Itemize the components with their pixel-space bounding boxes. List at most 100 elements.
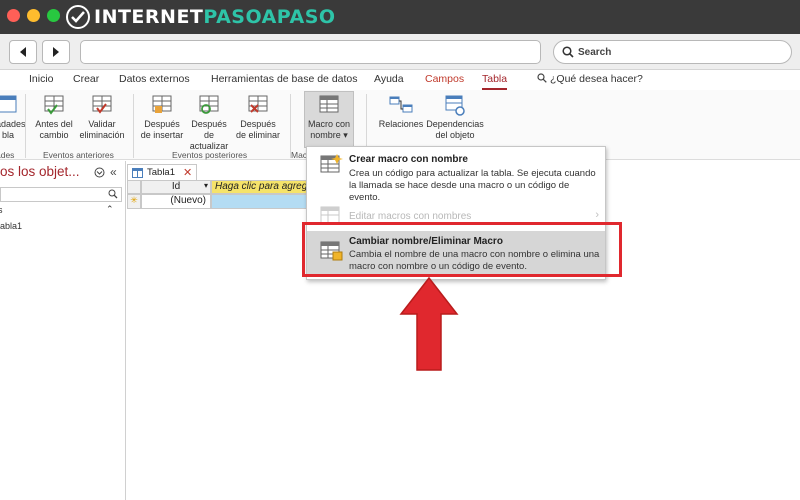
search-placeholder: Search [578, 46, 612, 58]
menu-item-description: Crea un código para actualizar la tabla.… [349, 168, 596, 203]
relaciones-button[interactable]: Relaciones [376, 94, 426, 130]
collapse-pane-icon[interactable]: « [110, 165, 117, 179]
chevron-down-icon: ▾ [343, 130, 348, 140]
logo-main-text: INTERNET [94, 6, 204, 28]
nav-section-label[interactable]: s [0, 205, 3, 215]
relationships-icon [389, 94, 413, 116]
macro-label-2: nombre [310, 130, 341, 140]
browser-search-input[interactable]: Search [553, 40, 792, 64]
section-collapse-icon[interactable]: ⌃ [106, 204, 114, 215]
tab-campos[interactable]: Campos [425, 73, 464, 85]
actualizar-label-1: Después de [191, 119, 227, 140]
tell-me-search[interactable]: ¿Qué desea hacer? [537, 73, 643, 85]
object-dependencies-icon [443, 94, 467, 116]
nav-search-input[interactable] [0, 187, 122, 202]
table-properties-icon [0, 94, 20, 116]
dependencias-label-1: Dependencias [426, 119, 484, 129]
tab-datos-externos[interactable]: Datos externos [119, 73, 190, 85]
close-tab-icon[interactable]: ✕ [183, 166, 192, 179]
back-arrow-icon [20, 47, 26, 57]
tab-inicio[interactable]: Inicio [29, 73, 54, 85]
tell-me-label: ¿Qué desea hacer? [550, 73, 643, 85]
insertar-label-2: de insertar [140, 130, 184, 140]
new-record-cell[interactable] [211, 194, 307, 209]
doc-tab-label: Tabla1 [147, 167, 175, 178]
dependencias-button[interactable]: Dependencias del objeto [425, 94, 485, 141]
annotation-arrow-up-icon [399, 276, 459, 371]
named-macro-icon [317, 94, 341, 116]
add-column-label: Haga clic para agreg [215, 181, 307, 192]
tab-ayuda[interactable]: Ayuda [374, 73, 404, 85]
nav-pane-dropdown-icon[interactable] [94, 167, 105, 181]
minimize-window-button[interactable] [27, 9, 40, 22]
clipped-ribbon-button[interactable]: ladades bla [0, 94, 26, 141]
group-eventos-anteriores: Eventos anteriores [43, 150, 114, 160]
tell-me-search-icon [537, 73, 547, 83]
validar-eliminacion-button[interactable]: Validar eliminación [78, 94, 126, 141]
column-header-id[interactable]: Id ▾ [141, 180, 211, 194]
tab-herramientas[interactable]: Herramientas de base de datos [211, 73, 358, 85]
nav-item-tabla1[interactable]: abla1 [0, 221, 22, 231]
forward-button[interactable] [42, 40, 70, 64]
ribbon-tabs: vo Inicio Crear Datos externos Herramien… [0, 70, 800, 90]
antes-label-1: Antes del [35, 119, 73, 129]
col-id-label: Id [171, 181, 181, 192]
new-record-marker[interactable]: ✳ [127, 194, 141, 209]
menu-item-title: Crear macro con nombre [349, 154, 468, 165]
tab-tabla[interactable]: Tabla [482, 73, 508, 90]
despues-eliminar-button[interactable]: Después de eliminar [234, 94, 282, 141]
new-record-value: (Nuevo) [170, 195, 206, 206]
divider [290, 94, 291, 158]
macro-label-1: Macro con [307, 119, 351, 129]
table-icon [132, 167, 143, 178]
group-macros-clipped: Mac [291, 150, 308, 160]
macro-con-nombre-button[interactable]: Macro con nombre ▾ [304, 94, 354, 141]
divider [25, 94, 26, 158]
clipped-label-2: bla [1, 130, 14, 140]
after-update-icon [197, 94, 221, 116]
row-selector-header[interactable] [127, 180, 141, 194]
after-insert-icon [150, 94, 174, 116]
validar-label-1: Validar [88, 119, 116, 129]
close-window-button[interactable] [7, 9, 20, 22]
new-record-id-cell[interactable]: (Nuevo) [141, 194, 211, 209]
add-column-header[interactable]: Haga clic para agreg [211, 180, 307, 194]
after-delete-icon [246, 94, 270, 116]
insertar-label-1: Después [144, 119, 180, 129]
create-macro-icon [318, 153, 344, 177]
before-change-icon [42, 94, 66, 116]
despues-insertar-button[interactable]: Después de insertar [139, 94, 185, 141]
search-icon [562, 46, 574, 58]
dependencias-label-2: del objeto [435, 130, 475, 140]
navigation-pane: os los objet... « s ⌃ abla1 [0, 161, 126, 500]
forward-arrow-icon [53, 47, 59, 57]
nav-pane-title[interactable]: os los objet... [0, 164, 80, 179]
logo-accent-text: PASOAPASO [203, 6, 336, 28]
submenu-chevron-icon: › [595, 209, 599, 221]
address-bar[interactable] [80, 40, 541, 64]
despues-actualizar-button[interactable]: Después de actualizar [185, 94, 233, 152]
eliminar-label-1: Después [240, 119, 276, 129]
menu-item-title: Editar macros con nombres [349, 211, 472, 222]
validar-label-2: eliminación [79, 130, 125, 140]
clipped-label-1: ladades [0, 119, 26, 129]
divider [133, 94, 134, 158]
antes-del-cambio-button[interactable]: Antes del cambio [31, 94, 77, 141]
maximize-window-button[interactable] [47, 9, 60, 22]
clipped-group-label: ades [0, 150, 15, 160]
site-logo: INTERNETPASOAPASO [66, 4, 336, 30]
back-button[interactable] [9, 40, 37, 64]
eliminar-label-2: de eliminar [235, 130, 281, 140]
nav-search-icon [108, 189, 118, 202]
group-eventos-posteriores: Eventos posteriores [172, 150, 248, 160]
relaciones-label: Relaciones [378, 119, 424, 129]
tab-crear[interactable]: Crear [73, 73, 99, 85]
annotation-highlight-box [302, 222, 622, 277]
menu-item-crear-macro[interactable]: Crear macro con nombre Crea un código pa… [307, 149, 605, 205]
validate-delete-icon [90, 94, 114, 116]
tab-tabla1[interactable]: Tabla1 ✕ [127, 164, 197, 180]
column-dropdown-icon[interactable]: ▾ [204, 181, 208, 190]
browser-toolbar: Search [0, 34, 800, 70]
window-titlebar: INTERNETPASOAPASO [0, 0, 800, 34]
antes-label-2: cambio [39, 130, 69, 140]
